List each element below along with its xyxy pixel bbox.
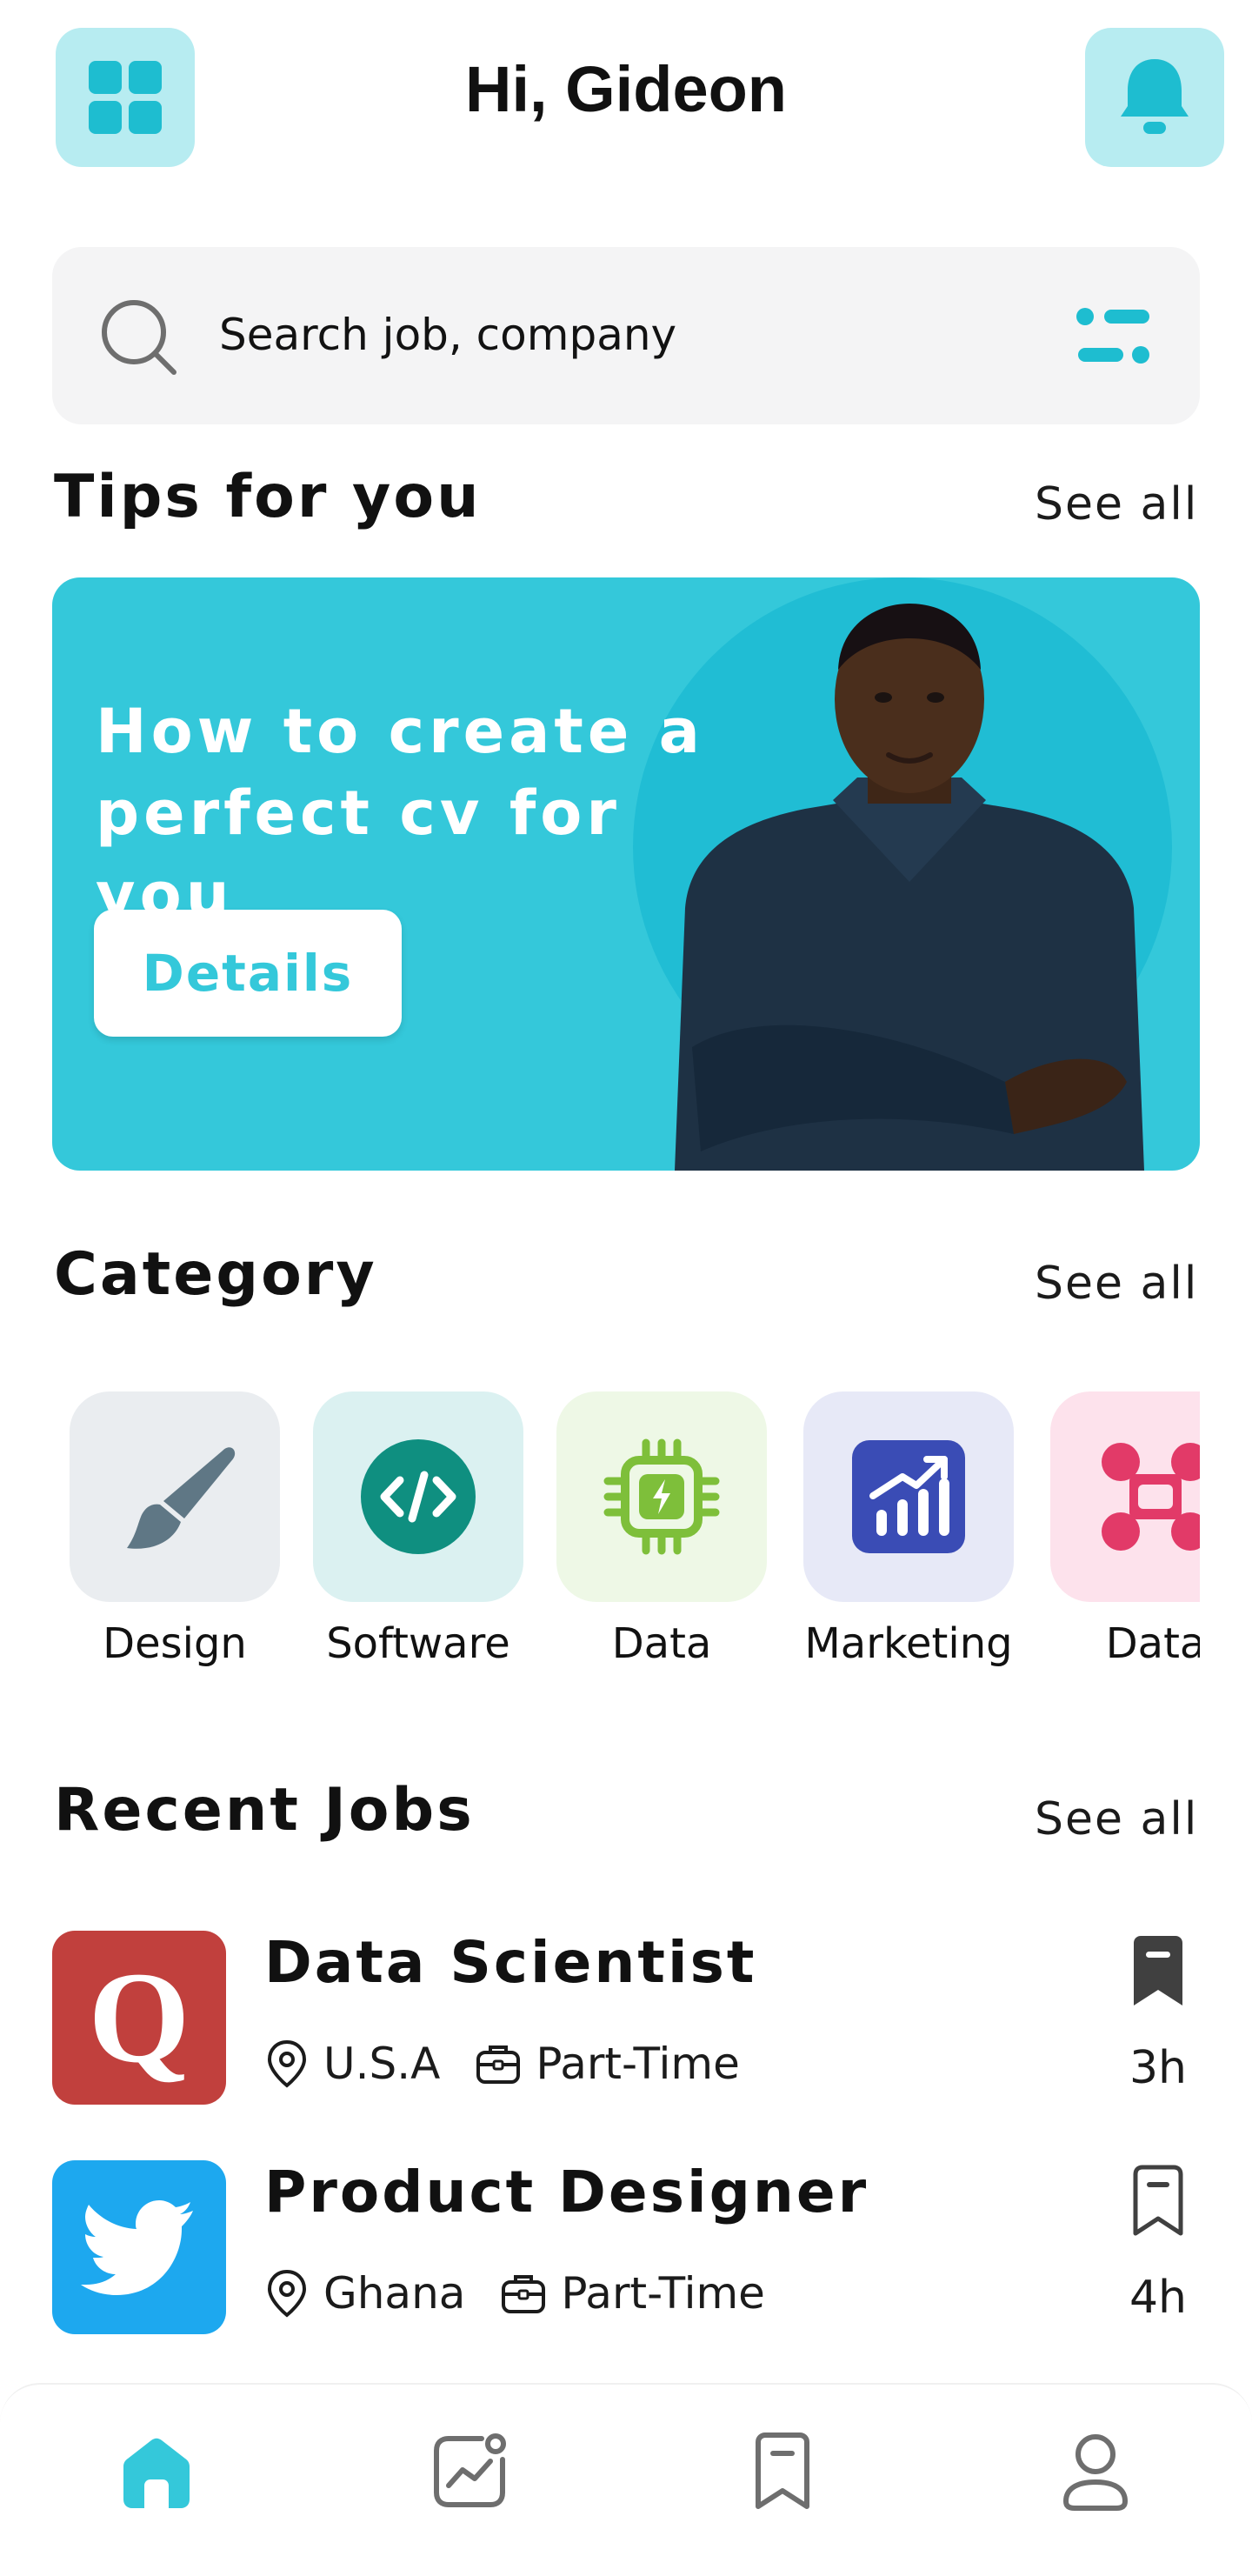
tips-see-all-link[interactable]: See all [1035, 478, 1198, 531]
job-card-data-scientist[interactable]: Q Data Scientist U.S.A Part-Time 3h [52, 1929, 1200, 2112]
bell-icon [1121, 59, 1189, 134]
bottom-navigation [0, 2383, 1252, 2576]
code-icon [361, 1439, 476, 1554]
page-title: Hi, Gideon [465, 53, 787, 125]
nav-analytics[interactable] [409, 2411, 530, 2533]
job-title: Data Scientist [264, 1929, 757, 1996]
analytics-icon [434, 2433, 506, 2507]
chip-icon [603, 1438, 720, 1555]
job-meta: Ghana Part-Time [264, 2268, 765, 2319]
category-tile-design[interactable] [70, 1391, 280, 1602]
briefcase-icon [476, 2045, 521, 2084]
location-pin-icon [267, 2269, 307, 2318]
company-logo-quora: Q [52, 1931, 226, 2105]
job-location: Ghana [323, 2268, 466, 2319]
category-label-marketing: Marketing [804, 1619, 1013, 1668]
search-icon[interactable] [97, 296, 181, 379]
job-card-product-designer[interactable]: Product Designer Ghana Part-Time 4h [52, 2159, 1200, 2341]
job-title: Product Designer [264, 2159, 869, 2226]
recent-jobs-see-all-link[interactable]: See all [1035, 1793, 1198, 1845]
job-location: U.S.A [323, 2039, 441, 2089]
nav-home[interactable] [96, 2411, 217, 2533]
notification-button[interactable] [1085, 28, 1224, 167]
category-see-all-link[interactable]: See all [1035, 1258, 1198, 1310]
bookmark-outline-icon[interactable] [1127, 2164, 1189, 2239]
filter-icon[interactable] [1075, 301, 1153, 370]
nav-saved[interactable] [722, 2411, 843, 2533]
category-section-title: Category [54, 1240, 377, 1309]
category-carousel[interactable]: Design Software Data Marketing Data [52, 1383, 1200, 1696]
location-pin-icon [267, 2039, 307, 2088]
category-label-design: Design [103, 1619, 247, 1668]
nav-profile[interactable] [1035, 2411, 1156, 2533]
details-button[interactable]: Details [94, 910, 402, 1037]
tips-section-title: Tips for you [54, 463, 482, 531]
menu-button[interactable] [56, 28, 195, 167]
paintbrush-icon [127, 1447, 236, 1549]
category-tile-data[interactable] [556, 1391, 767, 1602]
banner-headline: How to create a perfect cv for you [96, 691, 739, 936]
bookmark-filled-icon[interactable] [1127, 1934, 1189, 2009]
company-logo-twitter [52, 2160, 226, 2334]
category-label-software: Software [326, 1619, 510, 1668]
chart-icon [852, 1440, 965, 1553]
category-label-data: Data [611, 1619, 712, 1668]
company-logo-letter: Q [88, 1945, 190, 2090]
search-input[interactable] [217, 290, 1003, 379]
bookmark-icon [756, 2433, 809, 2509]
home-icon [123, 2438, 190, 2508]
tip-banner[interactable]: How to create a perfect cv for you Detai… [52, 577, 1200, 1171]
job-posted-time: 4h [1129, 2272, 1188, 2324]
category-tile-software[interactable] [313, 1391, 523, 1602]
job-type: Part-Time [536, 2039, 740, 2089]
job-meta: U.S.A Part-Time [264, 2039, 740, 2089]
banner-headline-line1: How to create a [96, 696, 704, 767]
grid-icon [89, 61, 162, 134]
twitter-bird-icon [81, 2200, 193, 2295]
job-posted-time: 3h [1129, 2042, 1188, 2094]
recent-jobs-section-title: Recent Jobs [54, 1776, 475, 1845]
briefcase-icon [502, 2275, 546, 2313]
category-tile-marketing[interactable] [803, 1391, 1014, 1602]
search-bar [52, 247, 1200, 424]
network-icon [1102, 1443, 1200, 1551]
category-tile-data-2[interactable] [1050, 1391, 1200, 1602]
profile-icon [1062, 2434, 1129, 2511]
job-type: Part-Time [561, 2268, 765, 2319]
category-label-data-2: Data [1105, 1619, 1200, 1668]
